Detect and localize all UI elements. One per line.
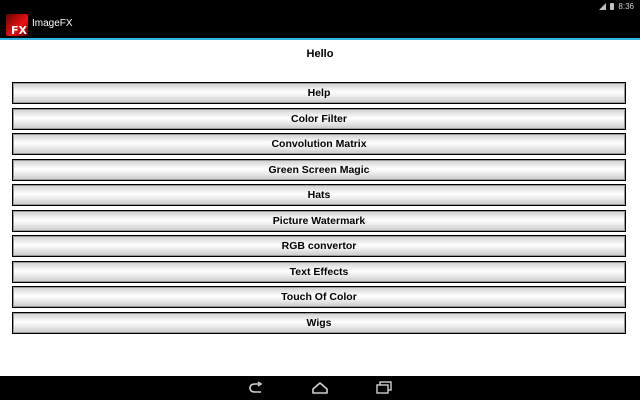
clock: 8:36 — [618, 1, 634, 11]
back-icon[interactable] — [246, 381, 264, 395]
home-icon[interactable] — [311, 381, 329, 395]
menu-list: Help Color Filter Convolution Matrix Gre… — [12, 82, 628, 337]
battery-icon — [610, 2, 615, 10]
navigation-bar — [0, 376, 640, 400]
recent-apps-icon[interactable] — [375, 381, 393, 395]
green-screen-magic-button[interactable]: Green Screen Magic — [12, 158, 626, 181]
convolution-matrix-button[interactable]: Convolution Matrix — [12, 133, 626, 155]
rgb-convertor-button[interactable]: RGB convertor — [12, 235, 626, 257]
greeting-text: Hello — [306, 48, 334, 60]
picture-watermark-button[interactable]: Picture Watermark — [12, 209, 626, 232]
wigs-button[interactable]: Wigs — [12, 311, 626, 334]
status-bar: 8:36 — [0, 0, 640, 12]
status-indicators: 8:36 — [599, 0, 634, 12]
text-effects-button[interactable]: Text Effects — [12, 260, 626, 283]
app-title: ImageFX — [32, 18, 73, 29]
hats-button[interactable]: Hats — [12, 184, 626, 206]
signal-icon — [599, 2, 607, 10]
app-logo-text: FX — [11, 24, 27, 36]
touch-of-color-button[interactable]: Touch Of Color — [12, 286, 626, 308]
app-logo-icon[interactable]: FX — [6, 14, 28, 36]
help-button[interactable]: Help — [12, 82, 626, 104]
action-bar: FX ImageFX — [0, 12, 640, 40]
color-filter-button[interactable]: Color Filter — [12, 107, 626, 130]
